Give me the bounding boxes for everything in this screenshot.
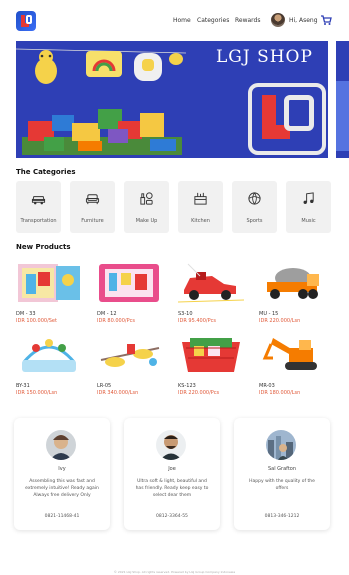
category-label: Music [301, 218, 316, 224]
brand-logo[interactable] [16, 11, 36, 31]
product-card[interactable]: MR-03 IDR 180.000/Lsn [259, 332, 325, 396]
testimonial-name: Ivy [58, 466, 66, 472]
testimonial-phone: 0821-11468-41 [44, 514, 80, 519]
product-card[interactable]: KS-123 IDR 220.000/Pcs [178, 332, 244, 396]
product-card[interactable]: DM - 33 IDR 100.000/Set [16, 260, 82, 324]
product-card[interactable]: MU - 15 IDR 220.000/Lsn [259, 260, 325, 324]
product-name: KS-123 [178, 383, 196, 389]
banner-title: LGJ SHOP [216, 47, 313, 67]
user-menu[interactable]: Hi, Aseng [271, 12, 318, 28]
category-make-up[interactable]: Make Up [124, 181, 169, 233]
avatar [156, 430, 186, 460]
testimonial-card: Sal Grafton Happy with the quality of th… [234, 418, 330, 530]
music-icon [303, 192, 314, 204]
avatar [46, 430, 76, 460]
product-price: IDR 220.000/Lsn [259, 318, 301, 324]
testimonial-text: Assembling this was fast and extremely i… [25, 479, 99, 498]
category-furniture[interactable]: Furniture [70, 181, 115, 233]
product-image [100, 344, 160, 367]
product-image [22, 339, 76, 372]
product-image [18, 264, 80, 302]
product-price: IDR 80.000/Pcs [97, 318, 135, 324]
product-name: MU - 15 [259, 311, 279, 317]
product-image [267, 268, 319, 299]
product-card[interactable]: DM - 12 IDR 80.000/Pcs [97, 260, 163, 324]
nav-rewards[interactable]: Rewards [235, 17, 260, 24]
category-label: Kitchen [191, 218, 210, 224]
testimonial-text: Happy with the quality of the offers [249, 479, 315, 491]
product-price: IDR 220.000/Pcs [178, 390, 220, 396]
product-card[interactable]: LR-05 IDR 340.000/Lsn [97, 332, 163, 396]
product-name: DM - 33 [16, 311, 36, 317]
makeup-icon [140, 192, 153, 205]
category-label: Make Up [135, 218, 158, 224]
categories-title: The Categories [16, 168, 76, 176]
kitchen-icon [194, 192, 207, 205]
products-title: New Products [16, 243, 71, 251]
cart-icon[interactable] [320, 14, 332, 26]
blocks-illustration [22, 109, 182, 155]
category-label: Sports [246, 218, 263, 224]
testimonial-name: Joe [168, 466, 176, 472]
category-kitchen[interactable]: Kitchen [178, 181, 223, 233]
product-name: MR-03 [259, 383, 275, 389]
product-image [262, 338, 317, 370]
next-banner-peek[interactable] [336, 41, 349, 158]
product-price: IDR 340.000/Lsn [97, 390, 139, 396]
footer-copyright: © 2021 LGJ Shop. All rights reserved. Po… [113, 570, 236, 574]
product-name: DM - 12 [97, 311, 117, 317]
ball-icon [248, 192, 261, 205]
nav-categories[interactable]: Categories [197, 17, 229, 24]
car-icon [31, 196, 46, 205]
testimonial-phone: 0813-346-1212 [264, 514, 300, 519]
avatar [266, 430, 296, 460]
product-price: IDR 150.000/Lsn [16, 390, 58, 396]
category-transportation[interactable]: Transportation [16, 181, 61, 233]
product-card[interactable]: S3-10 IDR 95.400/Pcs [177, 260, 245, 324]
testimonial-card: Joe Ultra soft & light, beautiful and ha… [124, 418, 220, 530]
product-price: IDR 95.400/Pcs [178, 318, 216, 324]
nav-home[interactable]: Home [173, 17, 191, 24]
sofa-icon [85, 194, 100, 205]
toys-illustration [16, 48, 186, 84]
category-label: Furniture [81, 218, 104, 224]
user-name: Hi, Aseng [289, 16, 318, 24]
product-price: IDR 100.000/Set [16, 318, 57, 324]
product-card[interactable]: BY-31 IDR 150.000/Lsn [16, 332, 82, 396]
product-image [177, 263, 245, 303]
category-music[interactable]: Music [286, 181, 331, 233]
category-label: Transportation [20, 218, 57, 224]
product-price: IDR 180.000/Lsn [259, 390, 301, 396]
product-name: BY-31 [16, 383, 30, 389]
hero-banner[interactable]: LGJ SHOP [16, 41, 328, 158]
product-name: LR-05 [97, 383, 112, 389]
product-name: S3-10 [178, 311, 193, 317]
product-image [99, 264, 159, 302]
category-sports[interactable]: Sports [232, 181, 277, 233]
product-image [182, 338, 240, 372]
banner-logo [248, 83, 326, 155]
testimonial-phone: 0812-3364-55 [156, 514, 188, 519]
testimonial-card: Ivy Assembling this was fast and extreme… [14, 418, 110, 530]
avatar[interactable] [271, 13, 285, 27]
testimonial-name: Sal Grafton [267, 466, 297, 472]
testimonial-text: Ultra soft & light, beautiful and has fr… [135, 479, 209, 498]
header: Home Categories Rewards Hi, Aseng [0, 0, 349, 40]
